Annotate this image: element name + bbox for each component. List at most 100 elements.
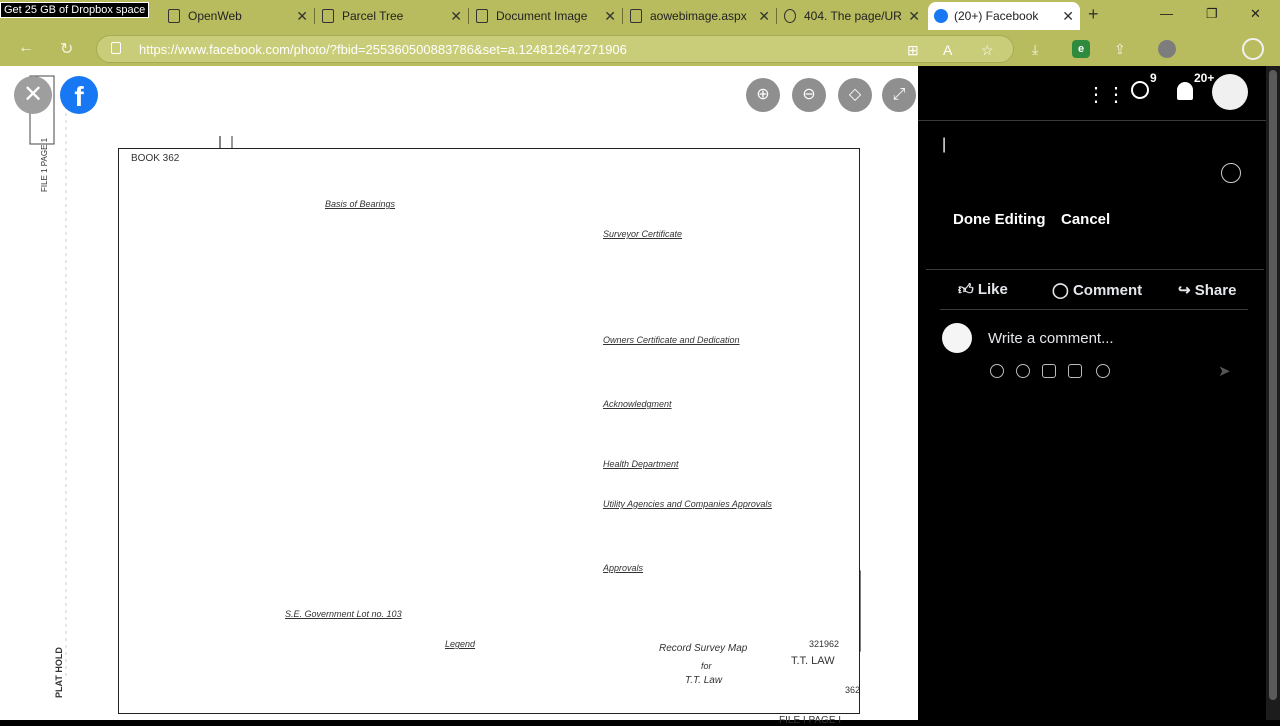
comment-input[interactable]: Write a comment... [988, 330, 1114, 347]
zoom-in-icon[interactable]: ⊕ [746, 78, 780, 112]
close-icon[interactable]: ✕ [908, 8, 920, 25]
legend-heading: Legend [445, 639, 476, 649]
owners-heading: Owners Certificate and Dedication [603, 335, 740, 345]
facebook-icon [934, 9, 948, 23]
map-title: Record Survey Map [659, 643, 748, 654]
tab-separator [314, 8, 315, 24]
tag-icon[interactable]: ◇ [838, 78, 872, 112]
book-label: BOOK 362 [131, 153, 180, 164]
sticker-icon[interactable] [990, 364, 1004, 378]
divider [926, 269, 1264, 270]
send-icon[interactable]: ➤ [1218, 362, 1231, 380]
tab-label: (20+) Facebook [954, 9, 1039, 23]
camera-icon[interactable] [1042, 364, 1056, 378]
tab-label: Parcel Tree [342, 9, 404, 23]
share-button[interactable]: ↪ Share [1178, 281, 1236, 299]
document-icon [322, 9, 334, 23]
tab-parcel-tree[interactable]: Parcel Tree ✕ [316, 2, 469, 30]
fullscreen-icon[interactable]: ⤢ [882, 78, 916, 112]
health-heading: Health Department [603, 459, 679, 469]
emoji-icon[interactable] [1221, 163, 1241, 183]
refresh-icon[interactable]: ↻ [60, 39, 73, 59]
thumbs-up-icon: 👍︎ [958, 281, 978, 298]
gif-icon[interactable] [1068, 364, 1082, 378]
profile-icon[interactable] [1158, 40, 1176, 58]
notifications-badge: 20+ [1194, 71, 1215, 85]
browser-toolbar: ← ↻ https://www.facebook.com/photo/?fbid… [0, 32, 1280, 66]
close-icon[interactable]: ✕ [604, 8, 616, 25]
tab-label: Document Image [496, 9, 588, 23]
zoom-out-icon[interactable]: ⊖ [792, 78, 826, 112]
minimize-icon[interactable]: — [1160, 6, 1173, 21]
document-icon [168, 9, 180, 23]
close-icon[interactable]: ✕ [758, 8, 770, 25]
share-page-icon[interactable]: ⇪ [1114, 41, 1126, 58]
url-text[interactable]: https://www.facebook.com/photo/?fbid=255… [139, 42, 627, 57]
copilot-icon[interactable] [1242, 38, 1264, 60]
caption-input[interactable]: | [942, 136, 946, 154]
address-bar[interactable]: https://www.facebook.com/photo/?fbid=255… [96, 35, 1014, 63]
share-arrow-icon: ↪ [1178, 282, 1195, 299]
divider [940, 309, 1248, 310]
gov-lot-label: S.E. Government Lot no. 103 [285, 609, 402, 619]
approvals-heading: Approvals [603, 563, 644, 573]
file-page-label: FILE 1 PAGE 1 [40, 137, 49, 192]
back-arrow-icon[interactable]: ← [18, 39, 34, 57]
tab-strip: Get 25 GB of Dropbox space OpenWeb ✕ Par… [0, 0, 1280, 32]
scrollbar-thumb[interactable] [1269, 70, 1277, 700]
comment-avatar [942, 323, 972, 353]
done-editing-button[interactable]: Done Editing [953, 211, 1046, 228]
plat-hold-label: PLAT HOLD [54, 647, 64, 698]
map-for: for [701, 661, 712, 671]
document-number: 321962 [809, 639, 840, 649]
owner-stamp: T.T. LAW [791, 655, 835, 667]
app-available-icon[interactable]: ⊞ [907, 42, 919, 59]
close-icon[interactable]: ✕ [1062, 8, 1074, 25]
facebook-logo[interactable]: f [60, 76, 98, 114]
document-icon [630, 9, 642, 23]
close-icon[interactable]: ✕ [296, 8, 308, 25]
messenger-badge: 9 [1150, 71, 1157, 85]
document-icon [476, 9, 488, 23]
book-number: 362 [845, 685, 861, 695]
avatar-sticker-icon[interactable] [1096, 364, 1110, 378]
ack-heading: Acknowledgment [603, 399, 672, 409]
comment-label: Comment [1072, 282, 1143, 299]
tab-separator [622, 8, 623, 24]
tab-document-image[interactable]: Document Image ✕ [470, 2, 623, 30]
close-photo-button[interactable]: ✕ [14, 76, 52, 114]
tab-aowebimage[interactable]: aowebimage.aspx ✕ [624, 2, 777, 30]
basis-heading: Basis of Bearings [325, 199, 396, 209]
tab-label: aowebimage.aspx [650, 9, 747, 23]
lock-icon [111, 42, 121, 54]
dropbox-banner[interactable]: Get 25 GB of Dropbox space [0, 2, 150, 18]
extension-icon[interactable]: e [1072, 40, 1090, 58]
tab-openweb[interactable]: OpenWeb ✕ [162, 2, 315, 30]
close-icon[interactable]: ✕ [450, 8, 462, 25]
share-label: Share [1194, 282, 1237, 299]
utility-heading: Utility Agencies and Companies Approvals [603, 499, 772, 509]
surveyor-heading: Surveyor Certificate [603, 229, 683, 239]
survey-document: BOOK 362 Basis of Bearings Surveyor Cert… [118, 148, 861, 726]
cancel-button[interactable]: Cancel [1061, 211, 1110, 228]
map-owner: T.T. Law [685, 675, 723, 686]
favorite-star-icon[interactable]: ☆ [981, 42, 994, 59]
restore-icon[interactable]: ❐ [1206, 6, 1218, 22]
account-avatar[interactable] [1212, 74, 1248, 110]
read-aloud-icon[interactable]: A [943, 42, 952, 58]
tab-label: OpenWeb [188, 9, 242, 23]
like-button[interactable]: 👍︎ Like [958, 281, 1008, 299]
bell-shape [1177, 82, 1193, 100]
tab-404[interactable]: 404. The page/UR ✕ [778, 2, 926, 30]
comment-bubble-icon: ◯ [1052, 282, 1073, 299]
like-label: Like [977, 281, 1008, 298]
new-tab-plus-icon[interactable]: + [1088, 4, 1099, 25]
download-icon[interactable]: ⤓ [1032, 41, 1038, 58]
comment-button[interactable]: ◯ Comment [1052, 281, 1142, 299]
window-close-icon[interactable]: ✕ [1250, 6, 1261, 22]
emoji-small-icon[interactable] [1016, 364, 1030, 378]
tab-facebook[interactable]: (20+) Facebook ✕ [928, 2, 1080, 30]
globe-icon [784, 9, 796, 23]
page-label: FILE I PAGE I [779, 715, 842, 726]
menu-grid-icon[interactable]: ⋮⋮ [1086, 82, 1126, 107]
